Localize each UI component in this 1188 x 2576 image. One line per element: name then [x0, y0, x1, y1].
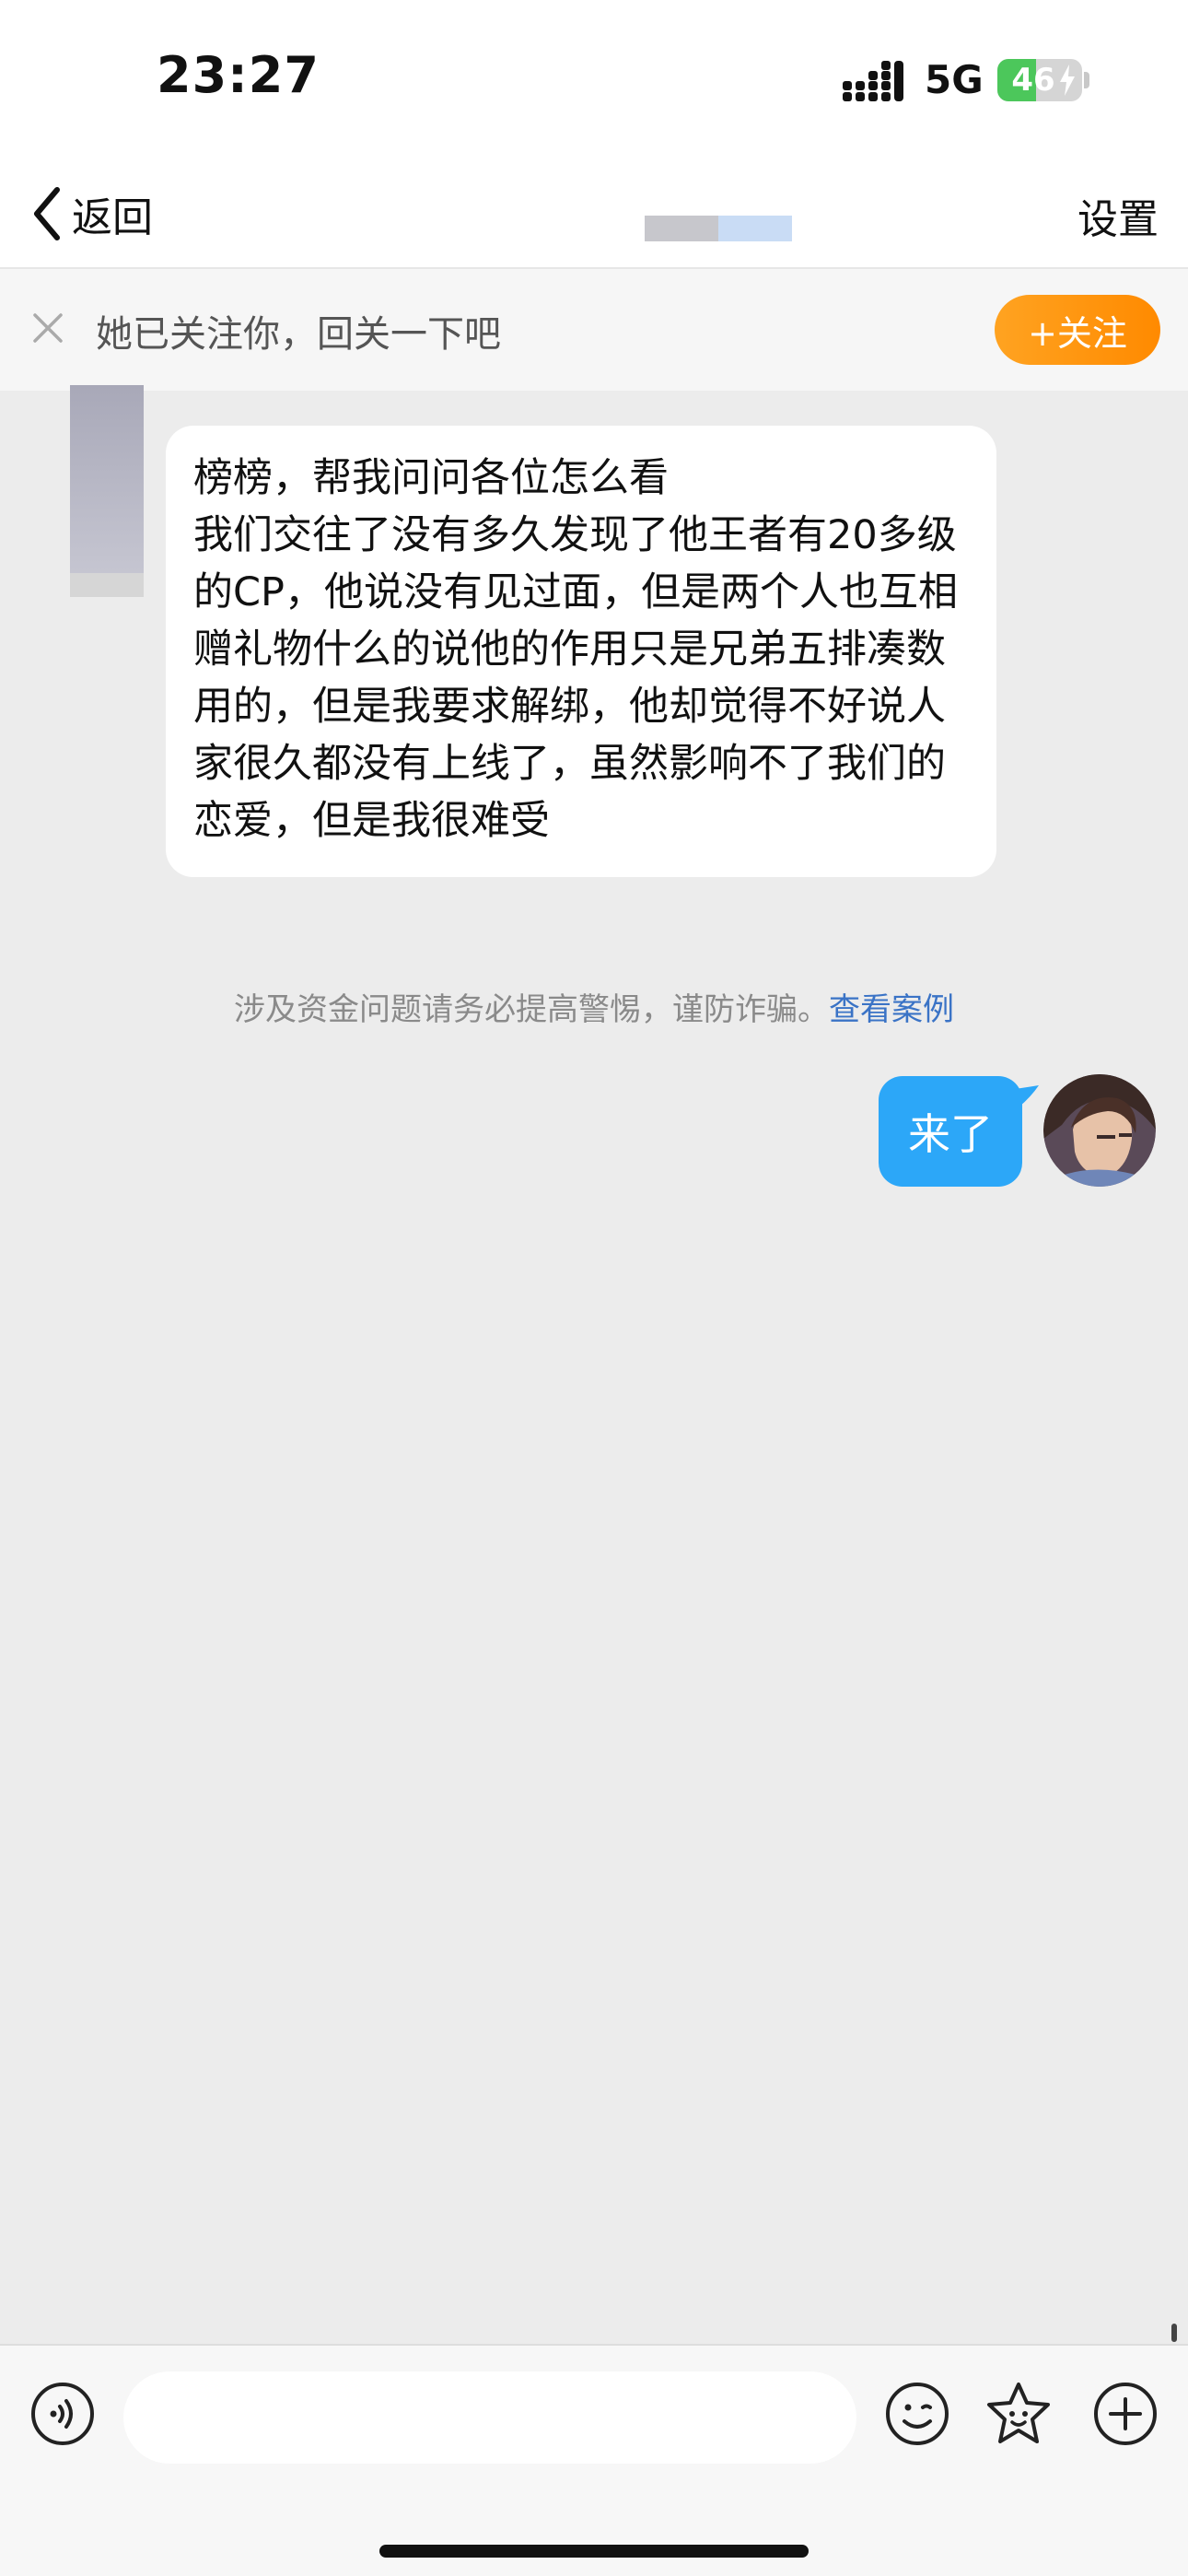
- sticker-icon[interactable]: [984, 2379, 1054, 2449]
- close-icon[interactable]: [29, 310, 66, 346]
- emoji-icon[interactable]: [884, 2381, 950, 2447]
- sender-avatar[interactable]: [70, 385, 144, 597]
- nav-bar: 返回 设置: [0, 158, 1188, 269]
- view-cases-link[interactable]: 查看案例: [829, 991, 954, 1028]
- incoming-message-bubble[interactable]: 榜榜，帮我问问各位怎么看 我们交往了没有多久发现了他王者有20多级的CP，他说没…: [166, 426, 996, 877]
- message-input[interactable]: [123, 2371, 856, 2464]
- contact-name-redacted: [645, 216, 792, 241]
- battery-icon: 46: [997, 59, 1082, 101]
- back-button[interactable]: 返回: [29, 177, 153, 251]
- follow-button[interactable]: +关注: [995, 295, 1160, 365]
- home-indicator[interactable]: [379, 2545, 809, 2558]
- fraud-warning-text: 涉及资金问题请务必提高警惕，谨防诈骗。: [234, 991, 829, 1028]
- incoming-message-text: 榜榜，帮我问问各位怎么看 我们交往了没有多久发现了他王者有20多级的CP，他说没…: [193, 455, 958, 844]
- plus-icon[interactable]: [1092, 2381, 1159, 2447]
- bubble-tail: [1015, 1085, 1039, 1107]
- voice-icon[interactable]: [29, 2381, 96, 2447]
- outgoing-message-text: 来了: [908, 1109, 993, 1159]
- scroll-indicator[interactable]: [1171, 2324, 1177, 2342]
- status-time: 23:27: [157, 46, 320, 104]
- back-chevron-icon: [34, 187, 60, 240]
- follow-banner: 她已关注你，回关一下吧 +关注: [0, 269, 1188, 391]
- settings-button[interactable]: 设置: [1077, 186, 1159, 245]
- network-label: 5G: [925, 57, 984, 102]
- user-avatar[interactable]: [1043, 1074, 1156, 1187]
- follow-prompt-text: 她已关注你，回关一下吧: [96, 313, 501, 356]
- status-bar: 23:27 5G 46: [0, 0, 1188, 158]
- outgoing-message-bubble[interactable]: 来了: [879, 1076, 1022, 1187]
- bolt-icon: [1060, 64, 1075, 96]
- battery-nub: [1084, 72, 1089, 88]
- input-bar: [0, 2344, 1188, 2576]
- fraud-warning: 涉及资金问题请务必提高警惕，谨防诈骗。查看案例: [0, 984, 1188, 1029]
- back-label: 返回: [72, 194, 153, 241]
- signal-icon: [843, 61, 903, 101]
